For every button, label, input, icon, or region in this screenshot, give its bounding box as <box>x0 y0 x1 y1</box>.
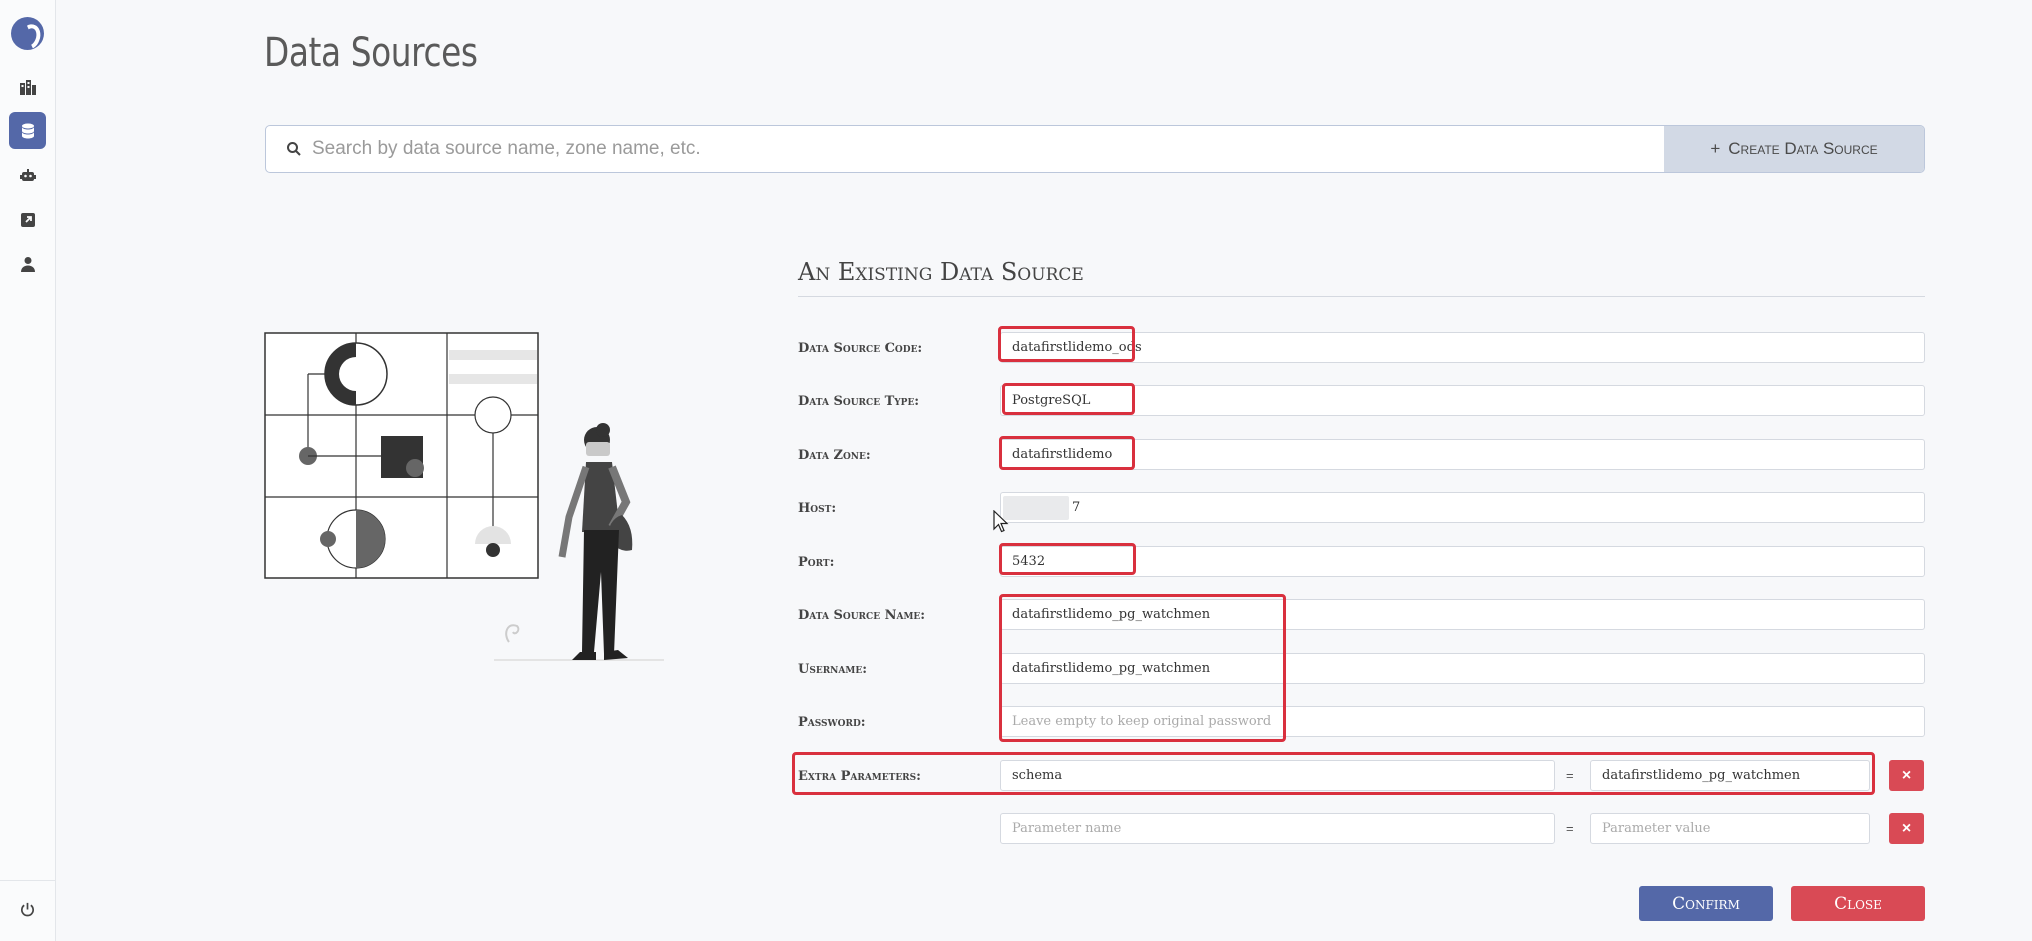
search-bar: + Create Data Source <box>265 125 1925 173</box>
illustration-image <box>264 332 664 661</box>
sidebar <box>0 0 56 941</box>
page-title: Data Sources <box>264 30 478 76</box>
close-icon: × <box>1901 819 1912 837</box>
username-input[interactable] <box>1000 653 1925 684</box>
data-source-type-input[interactable] <box>1000 385 1925 416</box>
port-label: Port: <box>798 555 835 570</box>
remove-parameter-button[interactable]: × <box>1889 760 1924 791</box>
data-source-code-input[interactable] <box>1000 332 1925 363</box>
search-icon <box>287 142 301 156</box>
logout-button[interactable] <box>9 891 46 928</box>
host-label: Host: <box>798 501 837 516</box>
data-source-name-input[interactable] <box>1000 599 1925 630</box>
parameter-name-input[interactable] <box>1000 760 1555 791</box>
password-label: Password: <box>798 715 866 730</box>
data-source-type-label: Data Source Type: <box>798 394 920 409</box>
confirm-button[interactable]: Confirm <box>1639 886 1773 921</box>
equals-sign: = <box>1566 821 1574 836</box>
parameter-value-input[interactable] <box>1590 813 1870 844</box>
create-data-source-button[interactable]: + Create Data Source <box>1664 126 1924 172</box>
user-icon <box>20 256 35 272</box>
sidebar-item-user[interactable] <box>9 245 46 282</box>
data-zone-label: Data Zone: <box>798 448 871 463</box>
data-source-name-label: Data Source Name: <box>798 608 926 623</box>
close-icon: × <box>1901 766 1912 784</box>
form-divider <box>798 296 1925 297</box>
create-data-source-label: Create Data Source <box>1728 139 1878 158</box>
redacted-host-mask <box>1003 496 1069 520</box>
robot-icon <box>19 168 36 181</box>
sidebar-item-data-sources[interactable] <box>9 112 46 149</box>
building-icon <box>19 79 36 95</box>
data-source-code-label: Data Source Code: <box>798 341 923 356</box>
database-icon <box>21 123 34 138</box>
remove-parameter-button[interactable]: × <box>1889 813 1924 844</box>
form-title: An Existing Data Source <box>798 258 1084 286</box>
password-input[interactable] <box>1000 706 1925 737</box>
extra-parameters-label: Extra Parameters: <box>798 769 921 784</box>
parameter-name-input[interactable] <box>1000 813 1555 844</box>
parameter-value-input[interactable] <box>1590 760 1870 791</box>
sidebar-item-buildings[interactable] <box>9 68 46 105</box>
external-link-icon <box>20 212 35 227</box>
equals-sign: = <box>1566 768 1574 783</box>
power-icon <box>20 902 35 917</box>
sidebar-divider <box>0 880 56 881</box>
sidebar-item-external[interactable] <box>9 201 46 238</box>
sidebar-item-robot[interactable] <box>9 157 46 194</box>
port-input[interactable] <box>1000 546 1925 577</box>
close-button[interactable]: Close <box>1791 886 1925 921</box>
logo-icon[interactable] <box>11 17 44 50</box>
data-zone-input[interactable] <box>1000 439 1925 470</box>
username-label: Username: <box>798 662 868 677</box>
mouse-cursor-icon <box>993 510 1009 533</box>
plus-icon: + <box>1710 139 1721 158</box>
host-input[interactable] <box>1000 492 1925 523</box>
